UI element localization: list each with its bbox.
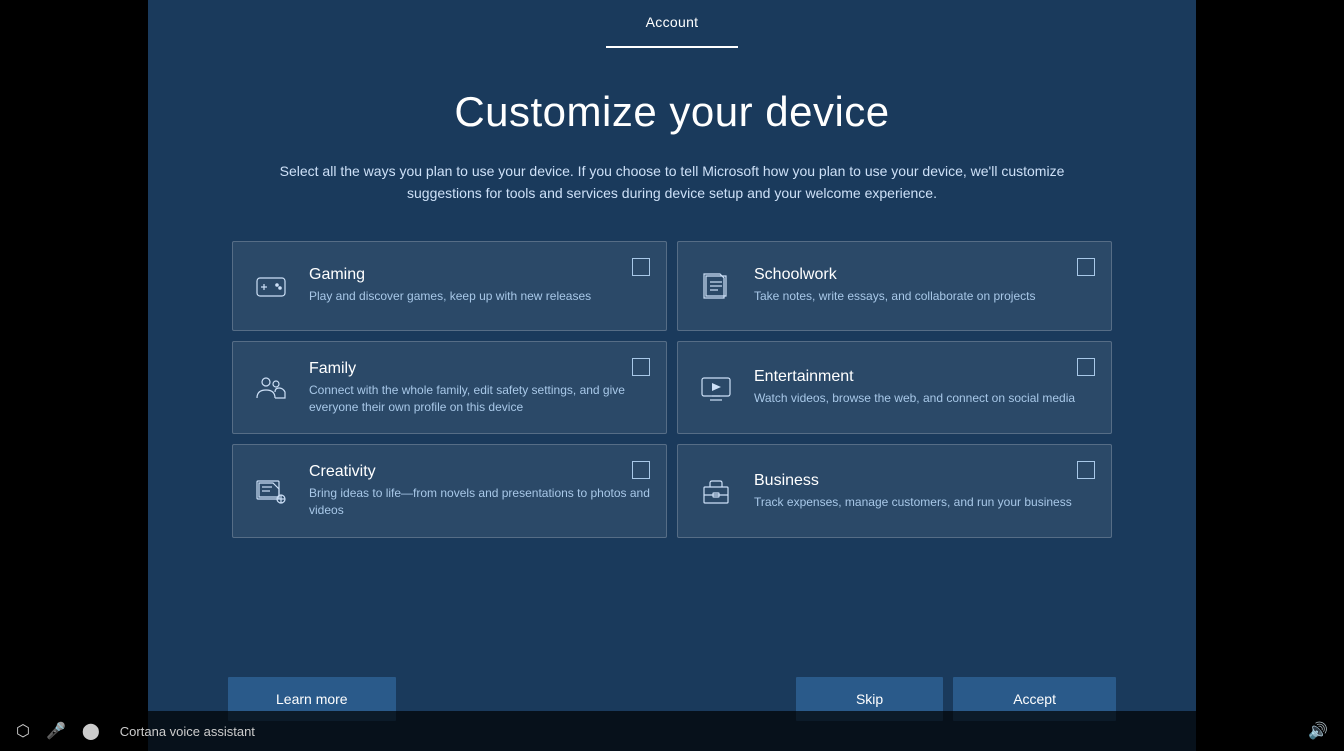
- entertainment-title: Entertainment: [754, 368, 1095, 386]
- option-creativity[interactable]: Creativity Bring ideas to life—from nove…: [232, 444, 667, 538]
- page-subtitle: Select all the ways you plan to use your…: [252, 160, 1092, 205]
- creativity-text: Creativity Bring ideas to life—from nove…: [309, 463, 650, 519]
- gaming-text: Gaming Play and discover games, keep up …: [309, 266, 650, 305]
- business-title: Business: [754, 472, 1095, 490]
- creativity-title: Creativity: [309, 463, 650, 481]
- action-center-icon[interactable]: ⬡: [16, 721, 30, 741]
- main-window: Account Customize your device Select all…: [148, 0, 1196, 751]
- entertainment-desc: Watch videos, browse the web, and connec…: [754, 390, 1095, 407]
- gaming-checkbox[interactable]: [632, 258, 650, 276]
- option-schoolwork[interactable]: Schoolwork Take notes, write essays, and…: [677, 241, 1112, 331]
- option-entertainment[interactable]: Entertainment Watch videos, browse the w…: [677, 341, 1112, 435]
- option-gaming[interactable]: Gaming Play and discover games, keep up …: [232, 241, 667, 331]
- page-title: Customize your device: [454, 88, 889, 136]
- taskbar: ⬡ 🎤 ⬤ Cortana voice assistant 🔊: [0, 711, 1344, 751]
- gaming-desc: Play and discover games, keep up with ne…: [309, 288, 650, 305]
- microphone-icon[interactable]: 🎤: [46, 721, 66, 741]
- gaming-title: Gaming: [309, 266, 650, 284]
- family-title: Family: [309, 360, 650, 378]
- business-icon: [694, 469, 738, 513]
- family-text: Family Connect with the whole family, ed…: [309, 360, 650, 416]
- entertainment-icon: [694, 366, 738, 410]
- entertainment-text: Entertainment Watch videos, browse the w…: [754, 368, 1095, 407]
- business-desc: Track expenses, manage customers, and ru…: [754, 494, 1095, 511]
- business-checkbox[interactable]: [1077, 461, 1095, 479]
- volume-icon[interactable]: 🔊: [1308, 721, 1328, 741]
- gaming-icon: [249, 264, 293, 308]
- option-business[interactable]: Business Track expenses, manage customer…: [677, 444, 1112, 538]
- content-area: Customize your device Select all the way…: [148, 48, 1196, 661]
- family-icon: [249, 366, 293, 410]
- business-text: Business Track expenses, manage customer…: [754, 472, 1095, 511]
- schoolwork-icon: [694, 264, 738, 308]
- creativity-desc: Bring ideas to life—from novels and pres…: [309, 485, 650, 519]
- option-family[interactable]: Family Connect with the whole family, ed…: [232, 341, 667, 435]
- family-checkbox[interactable]: [632, 358, 650, 376]
- schoolwork-checkbox[interactable]: [1077, 258, 1095, 276]
- cortana-label: Cortana voice assistant: [120, 724, 255, 739]
- schoolwork-title: Schoolwork: [754, 266, 1095, 284]
- creativity-icon: [249, 469, 293, 513]
- creativity-checkbox[interactable]: [632, 461, 650, 479]
- options-grid: Gaming Play and discover games, keep up …: [232, 241, 1112, 538]
- schoolwork-desc: Take notes, write essays, and collaborat…: [754, 288, 1095, 305]
- tab-account[interactable]: Account: [606, 0, 739, 48]
- entertainment-checkbox[interactable]: [1077, 358, 1095, 376]
- top-nav: Account: [148, 0, 1196, 48]
- cortana-icon[interactable]: ⬤: [82, 721, 100, 741]
- schoolwork-text: Schoolwork Take notes, write essays, and…: [754, 266, 1095, 305]
- family-desc: Connect with the whole family, edit safe…: [309, 382, 650, 416]
